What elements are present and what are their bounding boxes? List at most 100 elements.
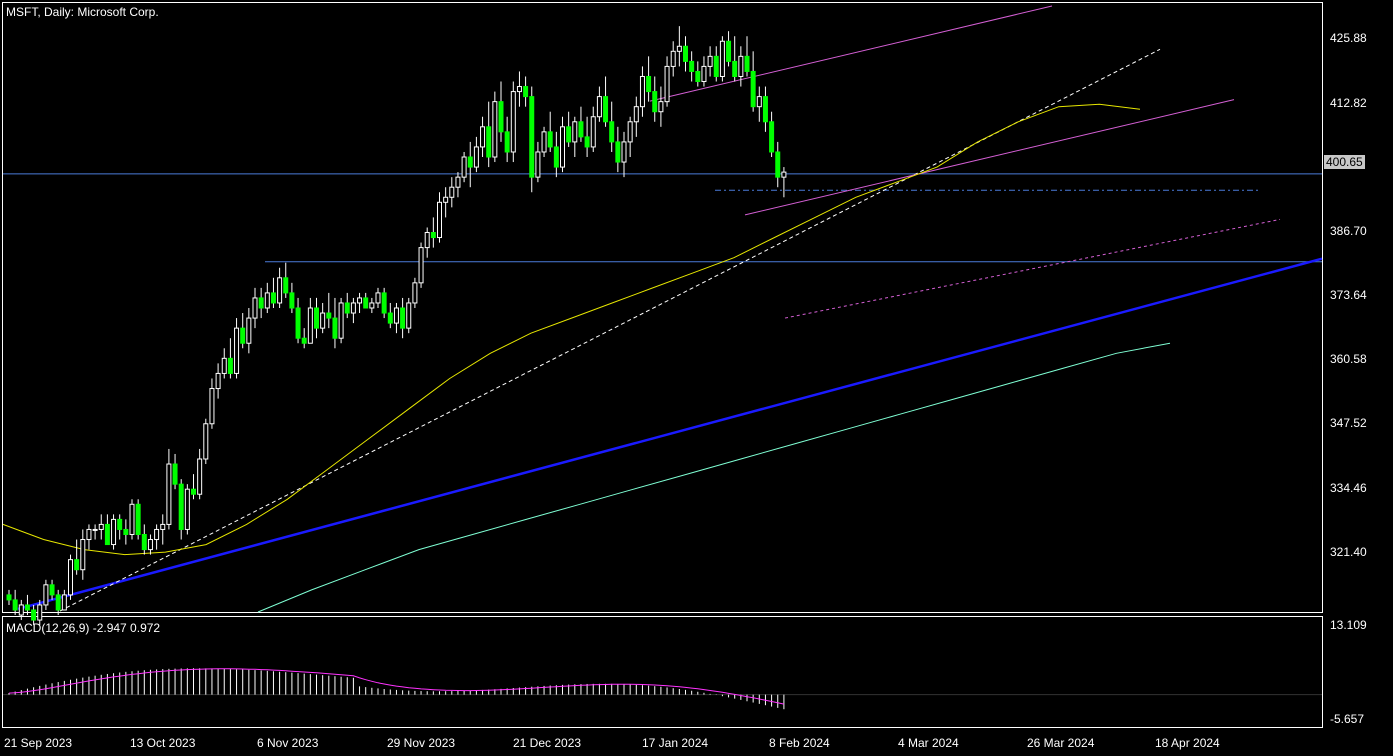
chart-title: MSFT, Daily: Microsoft Corp. — [6, 5, 159, 19]
date-tick-4: 29 Nov 2023 — [387, 736, 456, 750]
background — [0, 0, 1393, 756]
candle-body-1 — [12, 599, 18, 611]
candle-body-48 — [301, 337, 307, 344]
candle-body-59 — [369, 302, 375, 309]
candle-body-46 — [289, 292, 295, 309]
candle-body-105 — [652, 91, 658, 113]
candle-body-25 — [160, 523, 166, 530]
candle-body-60 — [375, 292, 381, 304]
candle-body-28 — [178, 483, 184, 530]
candle-body-50 — [314, 307, 319, 329]
price-tick-2: 412.82 — [1330, 96, 1367, 110]
candle-body-92 — [572, 121, 578, 143]
candle-body-13 — [86, 528, 92, 541]
candle-body-51 — [320, 312, 326, 329]
candle-body-42 — [264, 292, 270, 309]
candle-body-101 — [627, 121, 633, 143]
candle-body-87 — [541, 131, 547, 153]
candle-body-45 — [283, 277, 289, 294]
candle-body-57 — [357, 297, 363, 304]
candle-body-126 — [781, 171, 787, 178]
candle-body-70 — [437, 201, 442, 239]
candle-body-34 — [215, 372, 221, 390]
candle-body-67 — [418, 247, 424, 284]
candle-body-30 — [191, 488, 196, 495]
candle-body-100 — [621, 141, 627, 163]
candle-body-36 — [227, 357, 233, 374]
candle-body-23 — [147, 539, 153, 551]
candle-body-68 — [424, 232, 430, 249]
candle-body-104 — [646, 75, 652, 93]
candle-body-123 — [762, 96, 768, 123]
candle-body-73 — [455, 176, 461, 188]
candle-body-112 — [695, 70, 701, 83]
candle-body-39 — [246, 317, 252, 344]
price-tick-8: 321.40 — [1330, 545, 1367, 559]
candle-body-106 — [658, 101, 664, 113]
candle-body-125 — [775, 151, 781, 178]
candle-body-103 — [639, 75, 645, 108]
candle-body-2 — [18, 604, 24, 616]
date-tick-8: 4 Mar 2024 — [898, 736, 959, 750]
candle-body-94 — [584, 136, 590, 148]
candle-body-26 — [166, 463, 172, 525]
candle-body-7 — [49, 584, 55, 596]
candle-body-93 — [578, 121, 584, 138]
candle-body-53 — [332, 317, 338, 339]
candle-body-86 — [535, 151, 541, 178]
chart-canvas[interactable] — [0, 0, 1393, 756]
candle-body-14 — [92, 528, 98, 531]
date-tick-2: 13 Oct 2023 — [130, 736, 196, 750]
candle-body-12 — [80, 539, 86, 571]
candle-body-96 — [596, 96, 602, 118]
candle-body-4 — [31, 609, 37, 621]
candle-body-61 — [381, 292, 387, 314]
candle-body-9 — [61, 594, 67, 611]
candle-body-107 — [664, 65, 670, 103]
candle-body-31 — [197, 458, 203, 495]
candle-body-44 — [277, 277, 283, 304]
candle-body-122 — [756, 96, 762, 108]
candle-body-18 — [117, 518, 123, 530]
candle-body-10 — [68, 559, 73, 596]
candle-body-17 — [111, 518, 117, 546]
candle-body-124 — [769, 121, 775, 153]
candle-body-58 — [363, 297, 369, 309]
candle-body-75 — [467, 156, 473, 168]
candle-body-49 — [307, 307, 313, 344]
macd-tick-min: -5.657 — [1330, 712, 1365, 726]
candle-body-72 — [449, 186, 455, 198]
candle-body-38 — [240, 327, 246, 344]
price-tick-6: 347.52 — [1330, 416, 1367, 430]
candle-body-98 — [609, 121, 615, 143]
candle-body-64 — [400, 307, 406, 329]
candle-body-91 — [566, 126, 572, 143]
candle-body-117 — [726, 40, 732, 62]
candle-body-35 — [221, 357, 227, 374]
date-tick-9: 26 Mar 2024 — [1027, 736, 1095, 750]
date-tick-7: 8 Feb 2024 — [769, 736, 830, 750]
candle-body-32 — [203, 423, 209, 460]
candle-body-65 — [406, 302, 412, 329]
candle-body-5 — [37, 604, 43, 621]
candle-body-3 — [24, 604, 30, 611]
date-tick-6: 17 Jan 2024 — [642, 736, 709, 750]
price-tick-3: 386.70 — [1330, 224, 1367, 238]
candle-body-0 — [6, 594, 12, 601]
candle-body-15 — [98, 523, 104, 530]
candle-body-6 — [43, 584, 49, 606]
date-tick-3: 6 Nov 2023 — [257, 736, 319, 750]
candle-body-113 — [701, 65, 707, 83]
candle-body-21 — [135, 503, 141, 535]
candle-body-82 — [510, 91, 516, 153]
candle-body-37 — [234, 327, 240, 374]
candle-body-8 — [55, 594, 61, 611]
candle-body-16 — [104, 523, 110, 546]
candle-body-27 — [172, 463, 178, 485]
candle-body-55 — [344, 302, 350, 314]
candle-body-56 — [350, 302, 356, 314]
candle-body-19 — [123, 528, 129, 535]
candle-body-11 — [74, 559, 80, 571]
candle-body-110 — [683, 45, 688, 62]
candle-body-120 — [744, 55, 750, 72]
